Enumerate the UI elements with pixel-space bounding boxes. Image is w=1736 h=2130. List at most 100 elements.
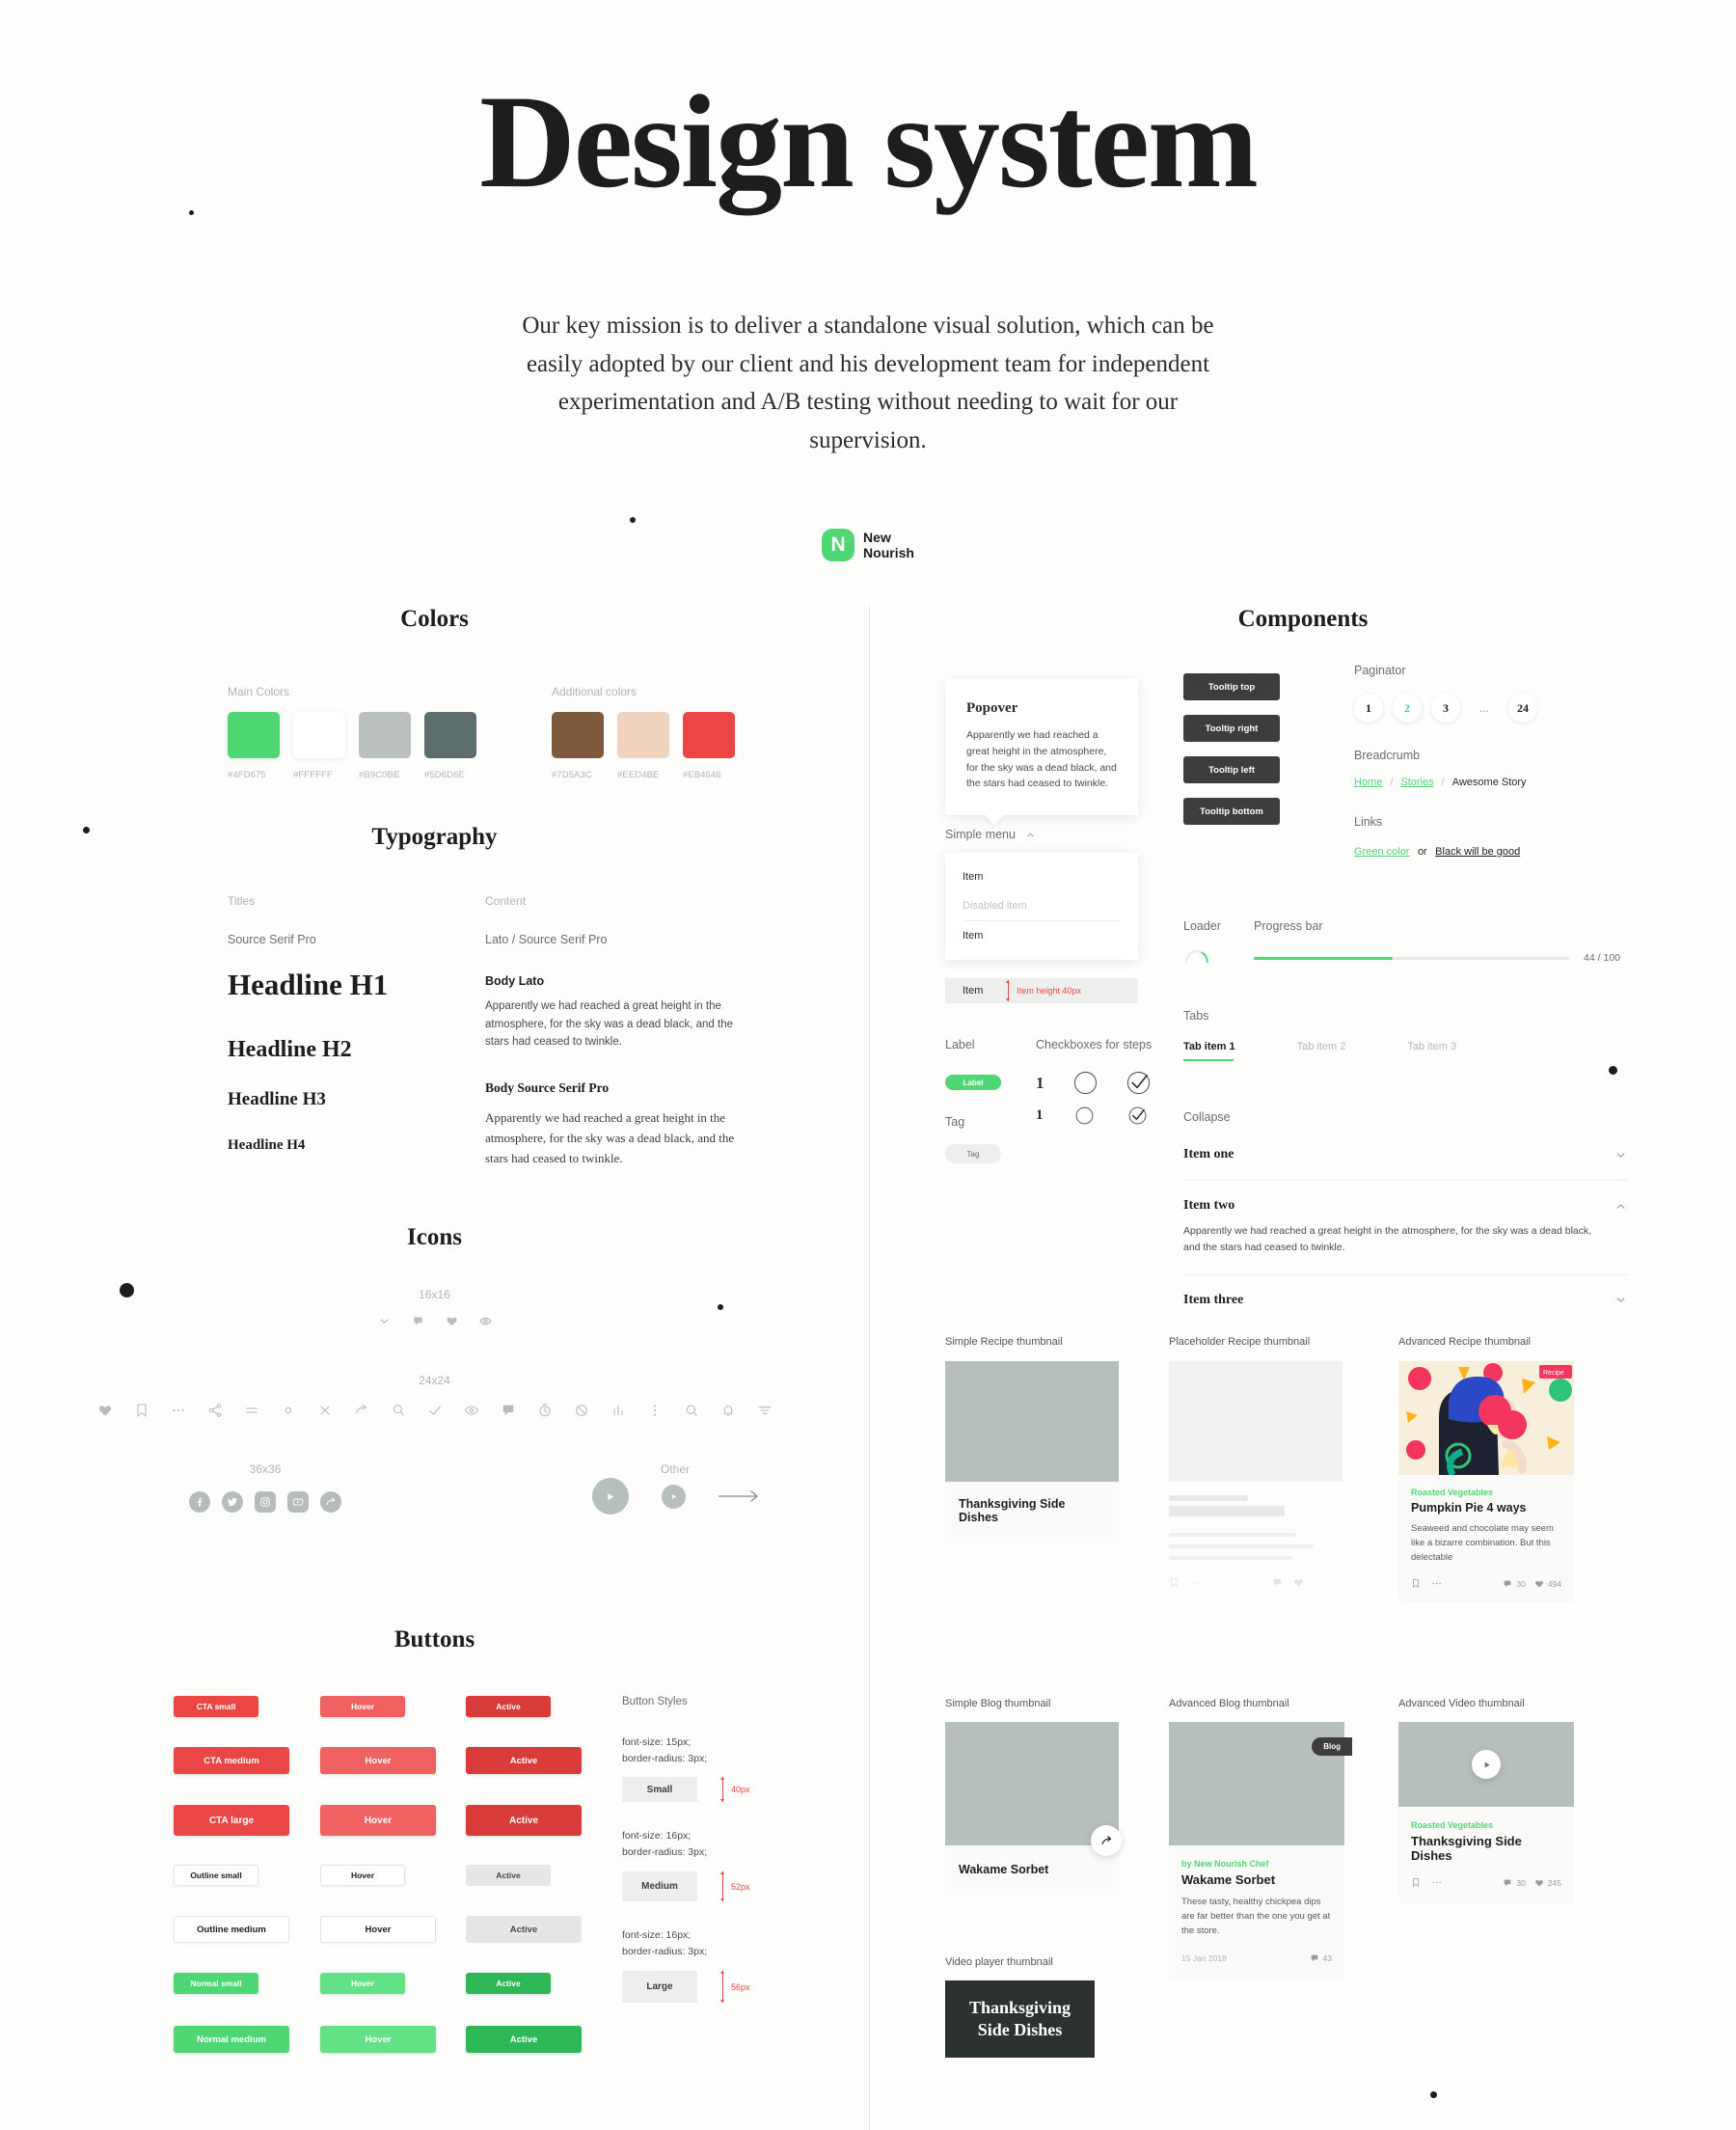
bell-icon[interactable] [720, 1403, 736, 1418]
tag-chip[interactable]: Tag [945, 1144, 1001, 1163]
checkbox-empty-icon[interactable] [1073, 1071, 1098, 1095]
bookmark-icon[interactable] [1411, 1877, 1421, 1888]
menu-icon[interactable] [244, 1403, 259, 1418]
cta-medium-hover[interactable]: Hover [320, 1747, 436, 1774]
check-icon[interactable] [427, 1403, 443, 1418]
advanced-video-thumbnail[interactable]: Roasted Vegetables Thanksgiving Side Dis… [1398, 1722, 1574, 1903]
ellipsis-icon[interactable] [171, 1403, 186, 1418]
paginator-page[interactable]: 3 [1431, 694, 1460, 723]
chevron-up-icon[interactable] [1614, 1200, 1627, 1213]
dots-vertical-icon[interactable] [647, 1403, 663, 1418]
timer-icon[interactable] [537, 1403, 553, 1418]
search-icon[interactable] [684, 1403, 699, 1418]
cta-medium-active[interactable]: Active [466, 1747, 582, 1774]
send-icon[interactable] [354, 1403, 369, 1418]
outline-small-button[interactable]: Outline small [174, 1865, 258, 1886]
close-icon[interactable] [317, 1403, 333, 1418]
simple-menu-header[interactable]: Simple menu [945, 828, 1036, 841]
tab-item-2[interactable]: Tab item 2 [1297, 1041, 1346, 1061]
youtube-icon[interactable] [287, 1491, 309, 1513]
ellipsis-icon[interactable] [1431, 1578, 1443, 1589]
comment-icon[interactable] [412, 1315, 424, 1327]
color-swatch[interactable]: #B9C0BE [359, 712, 411, 780]
chart-icon[interactable] [610, 1403, 626, 1418]
normal-medium-hover[interactable]: Hover [320, 2026, 436, 2053]
eye-icon[interactable] [464, 1403, 479, 1418]
advanced-recipe-thumbnail[interactable]: Recipe Roasted Vegetables Pumpkin Pie 4 … [1398, 1361, 1574, 1602]
normal-small-button[interactable]: Normal small [174, 1973, 258, 1994]
normal-medium-active[interactable]: Active [466, 2026, 582, 2053]
cta-large-hover[interactable]: Hover [320, 1805, 436, 1836]
ellipsis-icon[interactable] [1431, 1877, 1443, 1888]
label-chip[interactable]: Label [945, 1075, 1001, 1090]
share-icon[interactable] [207, 1403, 223, 1418]
progress-bar-track[interactable] [1254, 956, 1571, 960]
chevron-down-icon[interactable] [378, 1315, 391, 1327]
heart-icon[interactable] [97, 1403, 113, 1418]
heart-icon[interactable] [446, 1315, 458, 1327]
circle-icon[interactable] [281, 1403, 296, 1418]
breadcrumb-item-stories[interactable]: Stories [1400, 777, 1433, 788]
color-swatch[interactable]: #EB4646 [683, 712, 735, 780]
menu-item[interactable]: Item [945, 862, 1138, 891]
paginator-page[interactable]: 1 [1354, 694, 1383, 723]
checkbox-checked-icon[interactable] [1126, 1071, 1151, 1095]
collapse-item-one[interactable]: Item one [1183, 1147, 1627, 1180]
arrow-right-icon[interactable] [718, 1489, 759, 1503]
chevron-down-icon[interactable] [1614, 1149, 1627, 1161]
cta-small-active[interactable]: Active [466, 1696, 551, 1717]
advanced-blog-thumbnail[interactable]: Blog by New Nourish Chef Wakame Sorbet T… [1169, 1722, 1352, 1979]
share-button[interactable] [1091, 1825, 1122, 1856]
play-small-icon[interactable] [661, 1484, 686, 1509]
paginator-page-active[interactable]: 2 [1393, 694, 1422, 723]
cta-large-button[interactable]: CTA large [174, 1805, 289, 1836]
outline-medium-active[interactable]: Active [466, 1916, 582, 1943]
checkbox-checked-icon[interactable] [1128, 1106, 1147, 1125]
instagram-icon[interactable] [255, 1491, 276, 1513]
checkbox-empty-icon[interactable] [1075, 1106, 1094, 1125]
menu-item[interactable]: Item [945, 921, 1138, 950]
filter-icon[interactable] [757, 1403, 773, 1418]
cta-medium-button[interactable]: CTA medium [174, 1747, 289, 1774]
eye-icon[interactable] [479, 1315, 492, 1327]
link-black[interactable]: Black will be good [1435, 846, 1520, 858]
video-player-thumbnail[interactable]: Thanksgiving Side Dishes [945, 1980, 1095, 2058]
no-icon[interactable] [574, 1403, 589, 1418]
chevron-up-icon[interactable] [1025, 830, 1036, 840]
color-swatch[interactable]: #EED4BE [617, 712, 669, 780]
simple-blog-thumbnail[interactable]: Wakame Sorbet [945, 1722, 1122, 1898]
outline-medium-hover[interactable]: Hover [320, 1916, 436, 1943]
color-swatch[interactable]: #5D6D6E [424, 712, 476, 780]
link-green[interactable]: Green color [1354, 846, 1409, 858]
twitter-icon[interactable] [222, 1491, 243, 1513]
chevron-down-icon[interactable] [1614, 1294, 1627, 1306]
normal-small-hover[interactable]: Hover [320, 1973, 405, 1994]
simple-recipe-thumbnail[interactable]: Thanksgiving Side Dishes [945, 1361, 1119, 1543]
cta-large-active[interactable]: Active [466, 1805, 582, 1836]
color-swatch[interactable]: #FFFFFF [293, 712, 345, 780]
color-swatch[interactable]: #4FD675 [228, 712, 280, 780]
facebook-icon[interactable] [189, 1491, 210, 1513]
collapse-item-three[interactable]: Item three [1183, 1293, 1627, 1308]
breadcrumb-item-home[interactable]: Home [1354, 777, 1382, 788]
zoom-out-icon[interactable] [391, 1403, 406, 1418]
normal-medium-button[interactable]: Normal medium [174, 2026, 289, 2053]
tab-item-3[interactable]: Tab item 3 [1407, 1041, 1456, 1061]
bookmark-icon[interactable] [134, 1403, 149, 1418]
cta-small-hover[interactable]: Hover [320, 1696, 405, 1717]
cta-small-button[interactable]: CTA small [174, 1696, 258, 1717]
play-icon[interactable] [1472, 1750, 1501, 1779]
normal-small-active[interactable]: Active [466, 1973, 551, 1994]
recipe-illustration: Recipe [1398, 1361, 1574, 1475]
bookmark-icon[interactable] [1411, 1578, 1421, 1589]
tab-item-1[interactable]: Tab item 1 [1183, 1041, 1235, 1061]
paginator-page-last[interactable]: 24 [1508, 694, 1537, 723]
color-swatch[interactable]: #7D5A3C [552, 712, 604, 780]
play-large-icon[interactable] [591, 1478, 629, 1515]
share-icon[interactable] [320, 1491, 341, 1513]
collapse-item-two[interactable]: Item two [1183, 1198, 1627, 1214]
outline-small-hover[interactable]: Hover [320, 1865, 405, 1886]
outline-medium-button[interactable]: Outline medium [174, 1916, 289, 1943]
comment-icon[interactable] [501, 1403, 516, 1418]
outline-small-active[interactable]: Active [466, 1865, 551, 1886]
